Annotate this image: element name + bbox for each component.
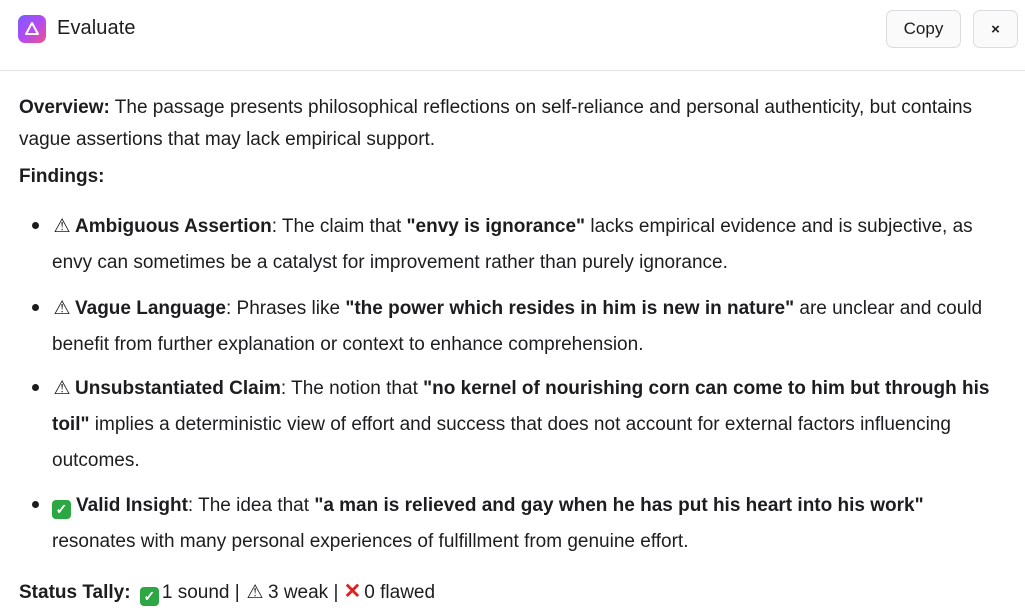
finding-quote: "the power which resides in him is new i… xyxy=(345,298,795,319)
bullet-icon xyxy=(32,501,39,508)
app-logo-icon xyxy=(18,15,46,43)
finding-text: ⚠ Ambiguous Assertion: The claim that "en… xyxy=(52,209,1007,281)
finding-pre: : The notion that xyxy=(280,378,424,399)
title-bar: Evaluate Copy × xyxy=(0,0,1025,71)
warning-icon: ⚠ xyxy=(53,216,71,237)
finding-title: Unsubstantiated Claim xyxy=(75,378,281,399)
overview-label: Overview: xyxy=(19,97,110,118)
findings-heading: Findings: xyxy=(19,166,105,187)
window-title: Evaluate xyxy=(57,17,136,39)
check-icon: ✓ xyxy=(52,500,71,519)
close-icon: × xyxy=(991,20,1000,38)
warning-icon: ⚠ xyxy=(53,298,71,319)
check-icon: ✓ xyxy=(139,587,159,606)
finding-title: Vague Language xyxy=(75,298,226,319)
tally-label: Status Tally: xyxy=(19,582,131,603)
finding-pre: : Phrases like xyxy=(225,298,346,319)
tally-flawed: 0 flawed xyxy=(364,582,436,603)
finding-quote: "envy is ignorance" xyxy=(406,216,586,237)
warning-icon: ⚠ xyxy=(53,378,71,399)
evaluation-content: Overview: The passage presents philosoph… xyxy=(19,92,1009,606)
bullet-icon xyxy=(32,384,39,391)
overview-text: The passage presents philosophical refle… xyxy=(19,97,973,150)
copy-button[interactable]: Copy xyxy=(886,10,961,48)
finding-post: resonates with many personal experiences… xyxy=(52,531,689,552)
cross-icon: ✕ xyxy=(343,580,362,603)
finding-text: ⚠ Vague Language: Phrases like "the power… xyxy=(52,291,1007,363)
tally-separator: | xyxy=(328,582,344,603)
finding-post: implies a deterministic view of effort a… xyxy=(52,414,951,471)
warning-icon: ⚠ xyxy=(246,582,264,603)
finding-text: ⚠ Unsubstantiated Claim: The notion that … xyxy=(52,371,1007,479)
close-button[interactable]: × xyxy=(973,10,1018,48)
finding-pre: : The idea that xyxy=(187,495,315,516)
bullet-icon xyxy=(32,304,39,311)
finding-pre: : The claim that xyxy=(271,216,407,237)
tally-weak: 3 weak xyxy=(267,582,329,603)
bullet-icon xyxy=(32,222,39,229)
finding-title: Valid Insight xyxy=(76,495,188,516)
tally-sound: 1 sound xyxy=(161,582,230,603)
finding-title: Ambiguous Assertion xyxy=(75,216,272,237)
finding-text: ✓ Valid Insight: The idea that "a man is … xyxy=(52,488,1007,560)
status-tally: Status Tally: ✓ 1 sound | ⚠ 3 weak | ✕ 0 fl… xyxy=(19,579,435,606)
finding-quote: "a man is relieved and gay when he has p… xyxy=(314,495,924,516)
tally-separator: | xyxy=(229,582,245,603)
overview-paragraph: Overview: The passage presents philosoph… xyxy=(19,92,1009,156)
